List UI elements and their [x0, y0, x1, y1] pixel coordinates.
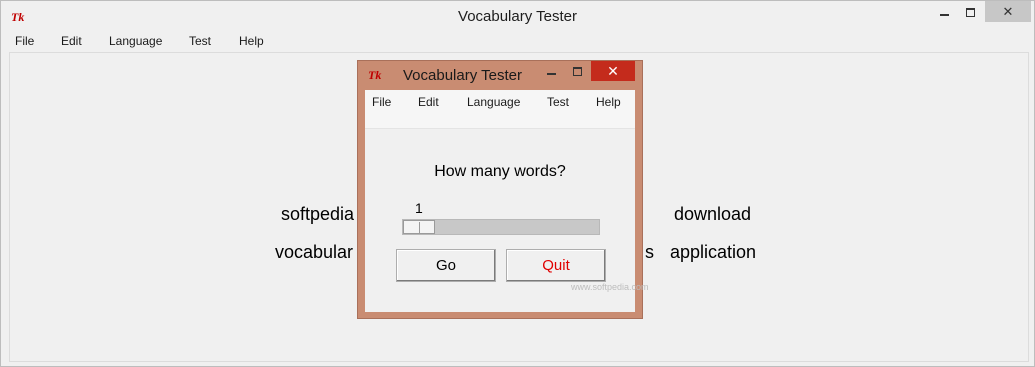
- dialog-close-button[interactable]: ✕: [591, 61, 635, 81]
- slider-thumb[interactable]: [403, 220, 435, 234]
- main-minimize-button[interactable]: [931, 1, 957, 22]
- dialog-maximize-button[interactable]: [564, 61, 590, 81]
- dialog-menu-edit[interactable]: Edit: [418, 95, 439, 109]
- dialog-menu-language[interactable]: Language: [467, 95, 520, 109]
- menu-file[interactable]: File: [15, 34, 34, 48]
- main-maximize-button[interactable]: [957, 1, 983, 22]
- minimize-icon: [546, 72, 556, 75]
- word-count-slider[interactable]: [402, 219, 600, 235]
- question-label: How many words?: [434, 163, 566, 180]
- maximize-icon: [572, 67, 582, 77]
- menu-test[interactable]: Test: [189, 34, 211, 48]
- menu-help[interactable]: Help: [239, 34, 264, 48]
- dialog-menu-file[interactable]: File: [372, 95, 391, 109]
- dialog-menu-test[interactable]: Test: [547, 95, 569, 109]
- background-word-vocabular: vocabular: [275, 242, 354, 262]
- dialog-menu-bar: File Edit Language Test Help: [365, 90, 635, 129]
- main-close-button[interactable]: ✕: [985, 1, 1031, 22]
- scale-value-label: 1: [415, 200, 423, 216]
- background-word-softpedia: softpedia: [281, 204, 355, 224]
- background-word-download: download: [674, 204, 752, 224]
- main-title-bar[interactable]: Tk Vocabulary Tester ✕: [1, 1, 1034, 32]
- dialog-minimize-button[interactable]: [538, 61, 564, 81]
- menu-edit[interactable]: Edit: [61, 34, 82, 48]
- vocabulary-dialog: Tk Vocabulary Tester ✕ File Edit Languag…: [357, 60, 649, 319]
- dialog-title-bar[interactable]: Tk Vocabulary Tester ✕: [358, 61, 642, 90]
- background-word-application: application: [670, 242, 757, 262]
- dialog-title: Vocabulary Tester: [403, 67, 522, 84]
- dialog-menu-help[interactable]: Help: [596, 95, 621, 109]
- main-menu-bar: File Edit Language Test Help: [1, 32, 1034, 51]
- close-icon: ✕: [1002, 4, 1014, 19]
- watermark-text: www.softpedia.com: [571, 282, 649, 292]
- close-icon: ✕: [607, 63, 619, 79]
- go-button[interactable]: Go: [396, 249, 496, 282]
- main-window-title: Vocabulary Tester: [458, 8, 577, 25]
- background-word-s: s: [645, 242, 654, 262]
- maximize-icon: [965, 8, 975, 18]
- quit-button[interactable]: Quit: [506, 249, 606, 282]
- menu-language[interactable]: Language: [109, 34, 162, 48]
- minimize-icon: [939, 13, 949, 16]
- dialog-client-area: File Edit Language Test Help How many wo…: [365, 90, 649, 312]
- tk-logo-icon: Tk: [368, 68, 382, 82]
